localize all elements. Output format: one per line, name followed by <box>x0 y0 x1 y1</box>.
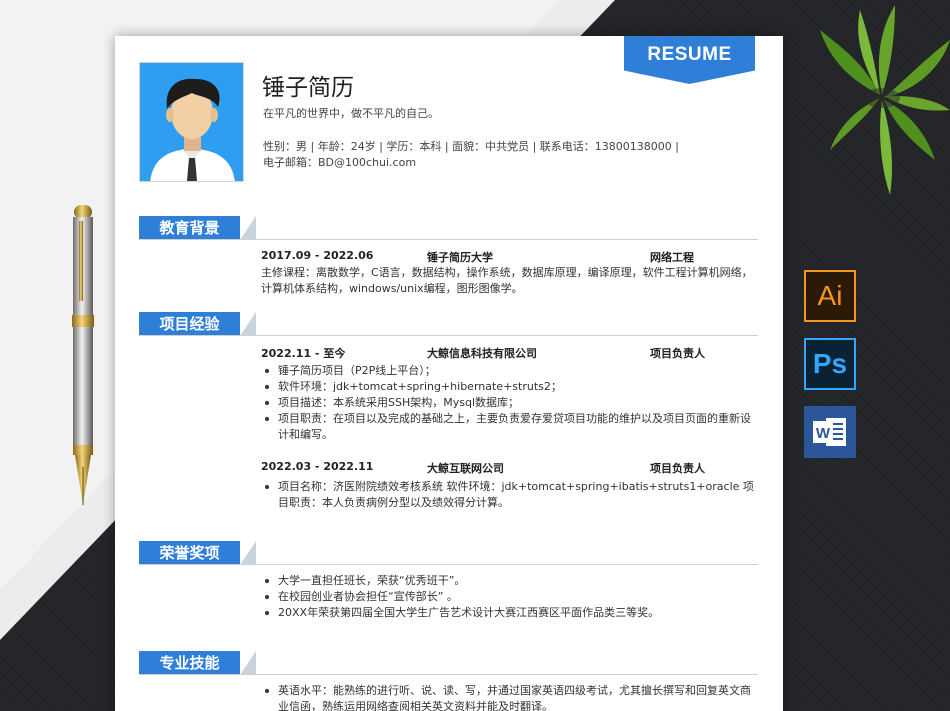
project-period: 2022.11 - 至今 <box>261 347 346 360</box>
list-item: 项目描述：本系统采用SSH架构，Mysql数据库； <box>261 395 761 411</box>
email-info-line: 电子邮箱：BD@100chui.com <box>263 156 417 169</box>
section-divider <box>139 674 758 675</box>
section-divider <box>139 564 758 565</box>
illustrator-icon: Ai <box>804 270 856 322</box>
resume-tag: RESUME <box>624 36 755 84</box>
section-education-header: 教育背景 <box>139 216 758 240</box>
plant-decoration <box>820 5 950 195</box>
section-skills-header: 专业技能 <box>139 651 758 675</box>
project-row: 2022.11 - 至今 大鲸信息科技有限公司 项目负责人 <box>261 345 761 361</box>
project-bullets: 项目名称：济医附院绩效考核系统 软件环境：jdk+tomcat+spring+i… <box>261 479 761 511</box>
resume-motto: 在平凡的世界中，做不平凡的自己。 <box>263 107 439 120</box>
personal-info-line: 性别：男 | 年龄：24岁 | 学历：本科 | 面貌：中共党员 | 联系电话：1… <box>263 140 679 153</box>
word-icon: W <box>804 406 856 458</box>
education-period: 2017.09 - 2022.06 <box>261 249 374 262</box>
education-courses: 主修课程：离散数学，C语言，数据结构，操作系统，数据库原理，编译原理，软件工程计… <box>261 266 753 295</box>
list-item: 项目名称：济医附院绩效考核系统 软件环境：jdk+tomcat+spring+i… <box>261 479 761 511</box>
list-item: 锤子简历项目（P2P线上平台）； <box>261 363 761 379</box>
resume-name: 锤子简历 <box>262 75 354 101</box>
list-item: 软件环境：jdk+tomcat+spring+hibernate+struts2… <box>261 379 761 395</box>
word-icon-letter: W <box>816 425 831 442</box>
section-tab-shadow <box>240 651 256 675</box>
skills-bullets: 英语水平：能熟练的进行听、说、读、写，并通过国家英语四级考试，尤其擅长撰写和回复… <box>261 683 761 711</box>
honors-bullets: 大学一直担任班长，荣获“优秀班干”。 在校园创业者协会担任“宣传部长” 。 20… <box>261 573 761 621</box>
illustrator-icon-label: Ai <box>817 280 843 311</box>
list-item: 项目职责：在项目以及完成的基础之上，主要负责爱存爱贷项目功能的维护以及项目页面的… <box>261 411 761 443</box>
section-title: 荣誉奖项 <box>139 541 240 565</box>
avatar-illustration <box>140 63 243 181</box>
word-icon-glyph: W <box>813 418 846 446</box>
section-projects-header: 项目经验 <box>139 312 758 336</box>
section-divider <box>139 239 758 240</box>
project-role: 项目负责人 <box>650 347 705 360</box>
project-period: 2022.03 - 2022.11 <box>261 460 374 473</box>
list-item: 英语水平：能熟练的进行听、说、读、写，并通过国家英语四级考试，尤其擅长撰写和回复… <box>261 683 761 711</box>
education-school: 锤子简历大学 <box>427 251 493 264</box>
section-tab-shadow <box>240 541 256 565</box>
section-title: 专业技能 <box>139 651 240 675</box>
section-honors-header: 荣誉奖项 <box>139 541 758 565</box>
section-tab-shadow <box>240 312 256 336</box>
resume-paper: RESUME 锤子简历 在平凡的世界中，做不平凡的自己。 性别：男 | 年龄：2… <box>115 36 783 711</box>
section-tab-shadow <box>240 216 256 240</box>
project-company: 大鲸互联网公司 <box>427 462 504 475</box>
list-item: 大学一直担任班长，荣获“优秀班干”。 <box>261 573 761 589</box>
section-divider <box>139 335 758 336</box>
section-title: 项目经验 <box>139 312 240 336</box>
section-title: 教育背景 <box>139 216 240 240</box>
education-row: 2017.09 - 2022.06 锤子简历大学 网络工程 <box>261 249 761 265</box>
pen-decoration <box>72 205 94 505</box>
list-item: 20XX年荣获第四届全国大学生广告艺术设计大赛江西赛区平面作品类三等奖。 <box>261 605 761 621</box>
photoshop-icon-label: Ps <box>812 348 848 379</box>
education-major: 网络工程 <box>650 251 694 264</box>
photoshop-icon: Ps <box>804 338 856 390</box>
project-bullets: 锤子简历项目（P2P线上平台）； 软件环境：jdk+tomcat+spring+… <box>261 363 761 443</box>
list-item: 在校园创业者协会担任“宣传部长” 。 <box>261 589 761 605</box>
project-row: 2022.03 - 2022.11 大鲸互联网公司 项目负责人 <box>261 460 761 476</box>
avatar <box>139 62 244 182</box>
project-company: 大鲸信息科技有限公司 <box>427 347 537 360</box>
project-role: 项目负责人 <box>650 462 705 475</box>
